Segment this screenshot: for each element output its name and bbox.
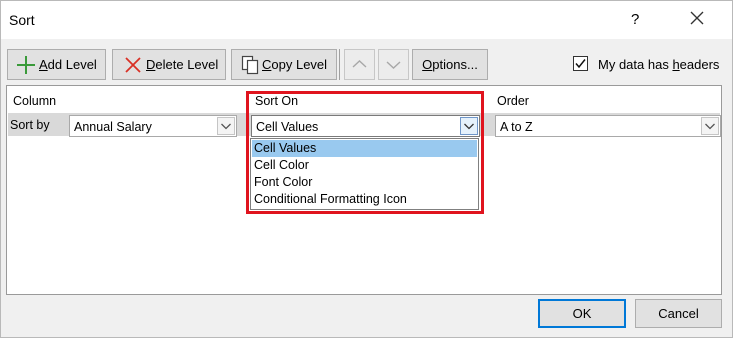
move-up-button[interactable] — [344, 49, 375, 80]
sort-by-label: Sort by — [10, 118, 50, 132]
chevron-down-icon — [386, 61, 401, 69]
order-select-value: A to Z — [500, 120, 533, 134]
plus-icon — [17, 55, 35, 74]
dialog-title: Sort — [9, 12, 35, 28]
column-header: Column — [13, 94, 57, 108]
copy-level-label: Copy Level — [262, 57, 328, 72]
delete-level-label: Delete Level — [146, 57, 219, 72]
add-level-label: Add Level — [39, 57, 97, 72]
copy-icon — [241, 55, 259, 74]
my-data-has-headers-label[interactable]: My data has headers — [598, 57, 719, 72]
delete-level-button[interactable]: Delete Level — [112, 49, 226, 80]
delete-x-icon — [125, 56, 141, 73]
column-select[interactable]: Annual Salary — [69, 115, 237, 137]
my-data-has-headers-checkbox[interactable] — [573, 56, 588, 71]
options-button[interactable]: Options... — [412, 49, 488, 80]
order-select[interactable]: A to Z — [495, 115, 721, 137]
chevron-up-icon — [352, 60, 367, 68]
order-dropdown-button[interactable] — [701, 117, 719, 135]
chevron-down-icon — [705, 123, 715, 130]
highlight-box — [246, 91, 484, 214]
title-bar: Sort ? — [1, 1, 732, 39]
move-down-button[interactable] — [378, 49, 409, 80]
close-icon[interactable] — [689, 10, 705, 26]
checkmark-icon — [575, 59, 586, 69]
options-label: Options... — [422, 57, 478, 72]
chevron-down-icon — [221, 123, 231, 130]
toolbar-separator — [339, 49, 340, 80]
ok-button[interactable]: OK — [538, 299, 626, 328]
help-button[interactable]: ? — [631, 11, 639, 28]
sort-dialog: Sort ? Add Level Delete Level Copy Level — [0, 0, 733, 338]
order-header: Order — [497, 94, 529, 108]
column-dropdown-button[interactable] — [217, 117, 235, 135]
cancel-button[interactable]: Cancel — [635, 299, 722, 328]
copy-level-button[interactable]: Copy Level — [231, 49, 337, 80]
column-select-value: Annual Salary — [74, 120, 152, 134]
add-level-button[interactable]: Add Level — [7, 49, 106, 80]
